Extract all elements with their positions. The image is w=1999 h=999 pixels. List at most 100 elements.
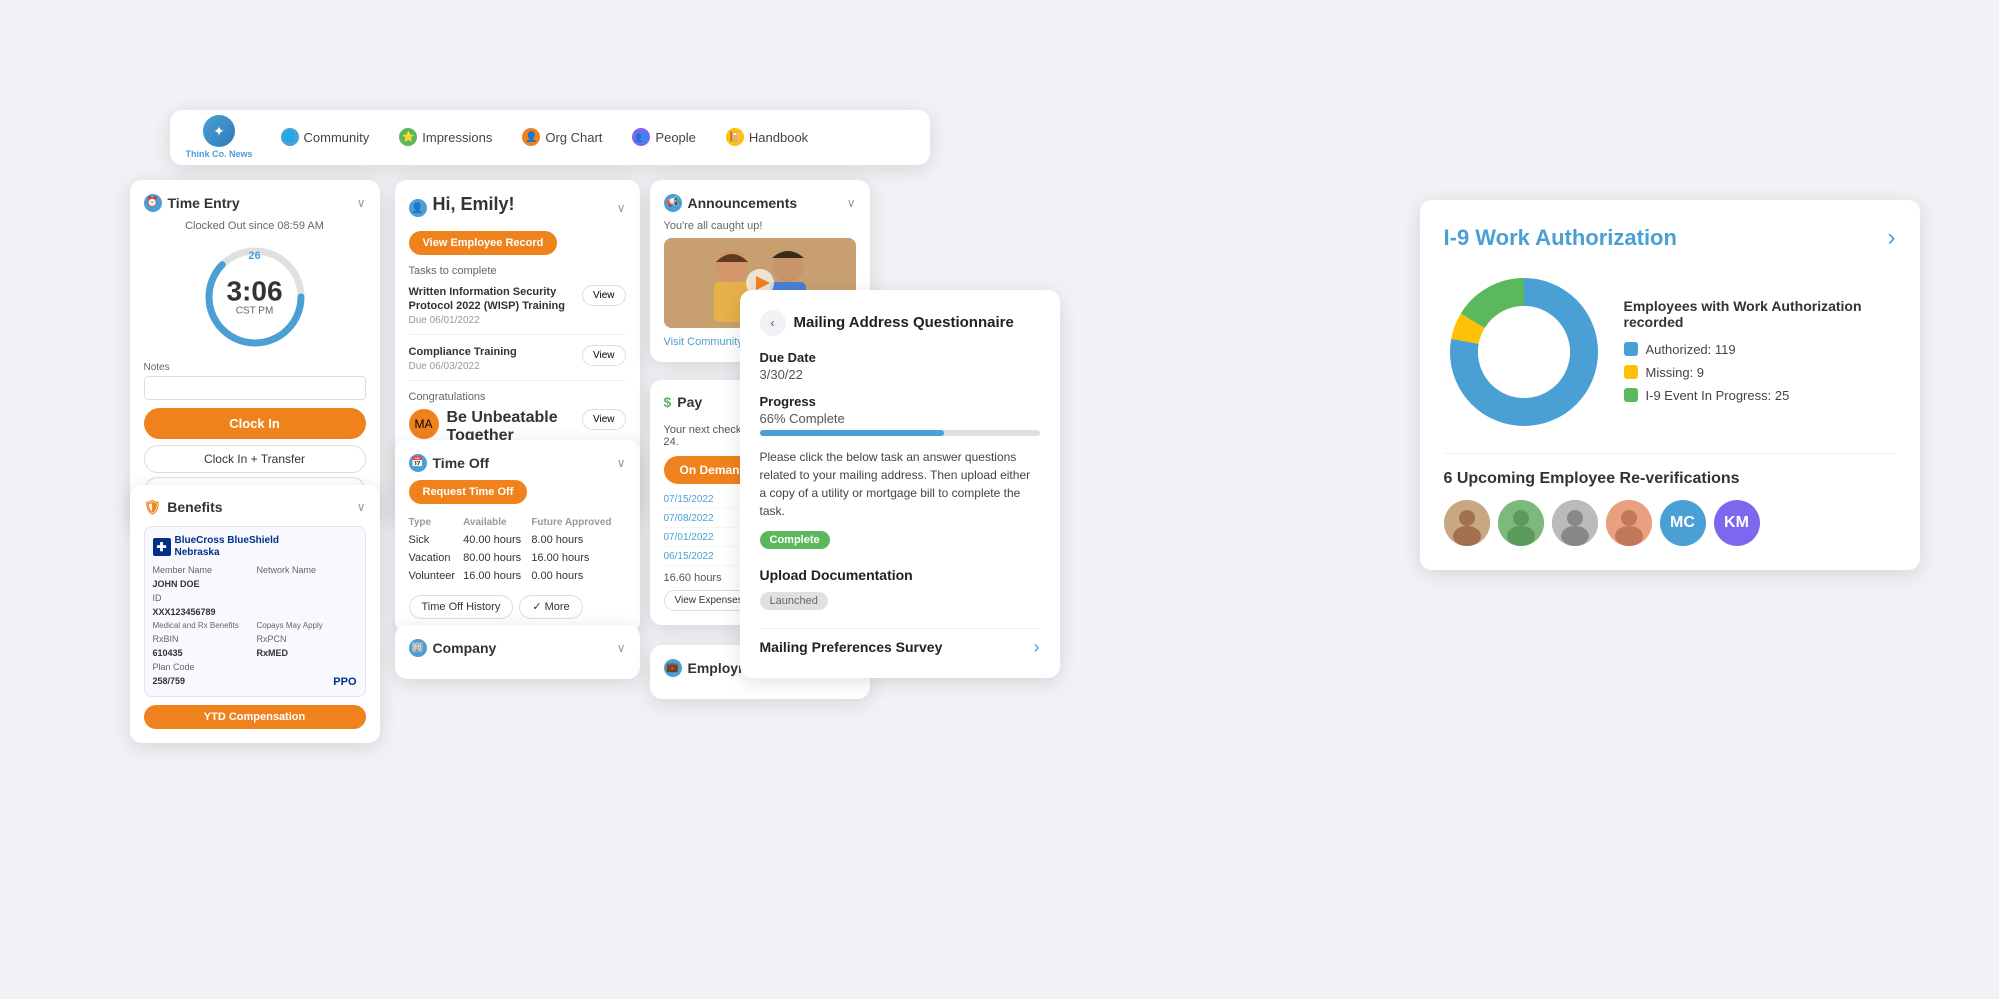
progress-bar-container — [760, 430, 1040, 436]
bcbs-logo: ✚ BlueCross BlueShield Nebraska — [153, 535, 357, 559]
shield-icon: 🛡 — [144, 499, 162, 516]
time-off-footer: Time Off History ✓ More — [409, 595, 626, 619]
survey-title: Mailing Preferences Survey — [760, 639, 943, 655]
time-off-history-button[interactable]: Time Off History — [409, 595, 514, 619]
time-off-more-button[interactable]: ✓ More — [519, 595, 582, 619]
company-title-group: 🏢 Company — [409, 639, 497, 657]
congrats-avatar: MA — [409, 409, 439, 439]
reverif-avatar-mc: MC — [1660, 500, 1706, 546]
pay-title-group: $ Pay — [664, 394, 703, 410]
notes-input[interactable] — [144, 376, 366, 400]
avatar-2-svg — [1498, 500, 1544, 546]
clock-in-transfer-button[interactable]: Clock In + Transfer — [144, 445, 366, 473]
i9-content: Employees with Work Authorization record… — [1444, 272, 1896, 437]
legend-missing: Missing: 9 — [1624, 365, 1896, 380]
donut-svg — [1444, 272, 1604, 432]
table-row: Vacation 80.00 hours 16.00 hours — [409, 549, 626, 567]
company-logo-icon: ✦ — [203, 115, 235, 147]
ytd-compensation-button[interactable]: YTD Compensation — [144, 705, 366, 729]
survey-arrow-button[interactable]: › — [1034, 637, 1040, 658]
nav-item-org-chart[interactable]: 👤 Org Chart — [510, 122, 614, 152]
legend-authorized: Authorized: 119 — [1624, 342, 1896, 357]
task-item-compliance: Compliance Training Due 06/03/2022 View — [409, 345, 626, 381]
hi-emily-header: 👤 Hi, Emily! ∨ — [409, 194, 626, 223]
view-employee-record-button[interactable]: View Employee Record — [409, 231, 558, 255]
missing-dot — [1624, 365, 1638, 379]
task-wisp-title: Written Information Security Protocol 20… — [409, 285, 575, 314]
clocked-out-status: Clocked Out since 08:59 AM — [144, 220, 366, 232]
due-date-section: Due Date 3/30/22 — [760, 350, 1040, 382]
clock-circle: 26 3:06 CST PM — [200, 242, 310, 352]
type-sick: Sick — [409, 531, 464, 549]
time-entry-title-group: ⏰ Time Entry — [144, 194, 240, 212]
table-row: Volunteer 16.00 hours 0.00 hours — [409, 567, 626, 585]
task-wisp-info: Written Information Security Protocol 20… — [409, 285, 575, 327]
missing-label: Missing: 9 — [1646, 365, 1705, 380]
nav-item-handbook[interactable]: 📔 Handbook — [714, 122, 820, 152]
main-container: ✦ Think Co. News 🌐 Community ⭐ Impressio… — [50, 50, 1950, 950]
task-compliance-title: Compliance Training — [409, 345, 575, 359]
nav-item-community[interactable]: 🌐 Community — [269, 122, 382, 152]
progress-bar-fill — [760, 430, 945, 436]
back-button[interactable]: ‹ — [760, 310, 786, 336]
avatar-1-svg — [1444, 500, 1490, 546]
nav-people-label: People — [655, 130, 695, 145]
pay-date-3: 07/01/2022 — [664, 532, 714, 543]
due-date-value: 3/30/22 — [760, 367, 1040, 382]
vacation-future: 16.00 hours — [531, 549, 625, 567]
bcbs-name: BlueCross BlueShield Nebraska — [175, 535, 279, 559]
pay-date-4: 06/15/2022 — [664, 551, 714, 562]
benefits-header: 🛡 Benefits ∨ — [144, 499, 366, 516]
task-compliance-due: Due 06/03/2022 — [409, 361, 575, 372]
clock-circle-container: 26 3:06 CST PM — [144, 242, 366, 352]
nav-item-people[interactable]: 👥 People — [620, 122, 707, 152]
launched-badge: Launched — [760, 592, 828, 610]
progress-section: Progress 66% Complete — [760, 394, 1040, 436]
bcbs-cross-icon: ✚ — [153, 538, 171, 556]
type-vacation: Vacation — [409, 549, 464, 567]
i9-donut-chart — [1444, 272, 1604, 437]
vacation-available: 80.00 hours — [463, 549, 531, 567]
i9-arrow-button[interactable]: › — [1888, 224, 1896, 252]
mailing-modal: ‹ Mailing Address Questionnaire Due Date… — [740, 290, 1060, 678]
congrats-label: Congratulations — [409, 391, 626, 403]
pay-date-1: 07/15/2022 — [664, 494, 714, 505]
volunteer-available: 16.00 hours — [463, 567, 531, 585]
ann-chevron[interactable]: ∨ — [847, 196, 856, 210]
view-congrats-button[interactable]: View — [582, 409, 626, 430]
time-off-chevron[interactable]: ∨ — [617, 456, 626, 470]
clock-in-button[interactable]: Clock In — [144, 408, 366, 439]
view-compliance-button[interactable]: View — [582, 345, 626, 366]
modal-header: ‹ Mailing Address Questionnaire — [760, 310, 1040, 336]
progress-label: Progress — [760, 394, 1040, 409]
i9-legend: Authorized: 119 Missing: 9 I-9 Event In … — [1624, 342, 1896, 403]
reverif-title: 6 Upcoming Employee Re-verifications — [1444, 470, 1896, 488]
time-off-card: 📅 Time Off ∨ Request Time Off Type Avail… — [395, 440, 640, 633]
nav-item-impressions[interactable]: ⭐ Impressions — [387, 122, 504, 152]
nav-handbook-label: Handbook — [749, 130, 808, 145]
hi-emily-chevron[interactable]: ∨ — [617, 201, 626, 215]
due-date-label: Due Date — [760, 350, 1040, 365]
time-off-title-group: 📅 Time Off — [409, 454, 490, 472]
time-entry-chevron[interactable]: ∨ — [357, 196, 366, 210]
handbook-icon: 📔 — [726, 128, 744, 146]
time-entry-title: Time Entry — [168, 195, 240, 211]
company-chevron[interactable]: ∨ — [617, 641, 626, 655]
view-wisp-button[interactable]: View — [582, 285, 626, 306]
i9-title: I-9 Work Authorization — [1444, 225, 1677, 251]
benefits-title: Benefits — [167, 499, 222, 515]
i9-header: I-9 Work Authorization › — [1444, 224, 1896, 252]
greeting-group: 👤 Hi, Emily! — [409, 194, 515, 223]
org-chart-icon: 👤 — [522, 128, 540, 146]
avatar-4-svg — [1606, 500, 1652, 546]
notes-label: Notes — [144, 362, 366, 373]
type-volunteer: Volunteer — [409, 567, 464, 585]
clock-hour-number: 26 — [248, 250, 260, 262]
complete-badge: Complete — [760, 531, 830, 549]
authorized-label: Authorized: 119 — [1646, 342, 1736, 357]
benefits-chevron[interactable]: ∨ — [357, 500, 366, 514]
request-time-off-button[interactable]: Request Time Off — [409, 480, 528, 504]
company-title: Company — [433, 640, 497, 656]
time-entry-header: ⏰ Time Entry ∨ — [144, 194, 366, 212]
clock-hours: 3:06 — [226, 277, 282, 305]
